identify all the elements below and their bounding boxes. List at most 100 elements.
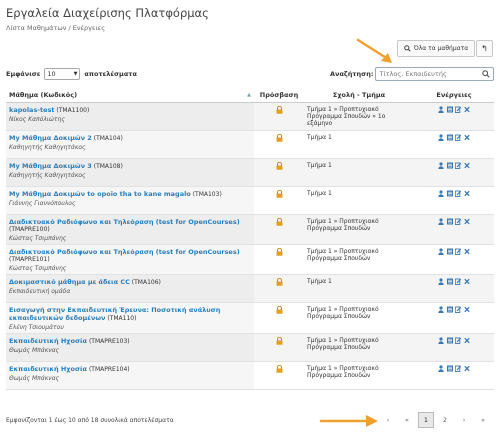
user-icon[interactable] [437,133,444,141]
length-suffix: αποτελέσματα [84,70,137,78]
school-text: Τμήμα 1 » Προπτυχιακό Πρόγραμμα Σπουδών [307,305,379,320]
delete-icon[interactable] [464,162,471,169]
access-cell [254,158,304,187]
list-icon[interactable] [446,278,453,285]
course-teacher: Καθηγητής Καθηγητάκος [9,143,86,151]
user-icon[interactable] [437,336,444,344]
page-length-select[interactable]: 10 ▼ [44,68,81,80]
course-code: (TMA106) [131,278,161,286]
chevron-left-icon: ‹ [386,416,390,424]
course-title-link[interactable]: Διαδικτυακό Ραδιόφωνο και Τηλεόραση (tes… [9,218,240,226]
delete-icon[interactable] [464,106,471,113]
edit-icon[interactable] [455,365,462,372]
table-row: Διαδικτυακό Ραδιόφωνο και Τηλεόραση (tes… [6,244,494,275]
lock-icon [276,336,282,345]
school-cell: Τμήμα 1 » Προπτυχιακό Πρόγραμμα Σπουδών … [304,102,414,131]
list-icon[interactable] [446,190,453,197]
list-icon[interactable] [446,337,453,344]
double-chevron-left-icon: « [405,416,409,424]
courses-table: Μάθημα (Κωδικός) ▲ Πρόσβαση Σχολή - Τμήμ… [6,88,494,390]
edit-icon[interactable] [455,278,462,285]
user-icon[interactable] [437,364,444,372]
list-icon[interactable] [446,306,453,313]
breadcrumb: Λίστα Μαθημάτων / Ενέργειες [6,24,106,32]
annotation-arrow-icon [319,415,378,427]
delete-icon[interactable] [464,278,471,285]
edit-icon[interactable] [455,106,462,113]
lock-icon [276,305,282,314]
pagination-page-1[interactable]: 1 [418,412,434,428]
pagination-page-2[interactable]: 2 [437,412,453,428]
actions-cell [414,130,494,159]
course-title-link[interactable]: My Μάθημα Δοκιμών to opoio tha to kane m… [9,190,191,198]
user-icon[interactable] [437,189,444,197]
user-icon[interactable] [437,247,444,255]
course-code: (TMAPRE104) [88,365,130,373]
course-teacher: Ελένη Τσιουμάτου [9,323,64,331]
user-icon[interactable] [437,161,444,169]
list-icon[interactable] [446,106,453,113]
column-header-actions-label: Ενέργειες [436,90,472,99]
course-title-link[interactable]: My Μάθημα Δοκιμών 2 [9,134,92,142]
delete-icon[interactable] [464,365,471,372]
delete-icon[interactable] [464,337,471,344]
column-header-school-label: Σχολή - Τμήμα [332,90,386,99]
actions-cell [414,274,494,303]
edit-icon[interactable] [455,248,462,255]
search-input[interactable] [376,68,477,80]
access-cell [254,186,304,215]
course-title-link[interactable]: Εκπαιδευτική Ηχοσία [9,365,87,373]
list-icon[interactable] [446,218,453,225]
edit-icon[interactable] [455,306,462,313]
actions-cell [414,333,494,362]
column-header-access[interactable]: Πρόσβαση [254,88,304,103]
all-courses-button[interactable]: Όλα τα μαθήματα [397,40,475,57]
course-title-link[interactable]: Δοκιμαστικό μάθημα με άδεια CC [9,278,130,286]
user-icon[interactable] [437,105,444,113]
course-title-link[interactable]: Εκπαιδευτική Ηχοσία [9,337,87,345]
course-cell: Δοκιμαστικό μάθημα με άδεια CC (TMA106) … [6,274,254,303]
school-cell: Τμήμα 1 [304,130,414,159]
access-cell [254,214,304,245]
delete-icon[interactable] [464,134,471,141]
course-teacher: Κώστας Τσιμπάνης [9,234,67,242]
delete-icon[interactable] [464,248,471,255]
list-icon[interactable] [446,248,453,255]
delete-icon[interactable] [464,306,471,313]
pagination-next-button[interactable]: › [456,412,472,428]
school-cell: Τμήμα 1 » Προπτυχιακό Πρόγραμμα Σπουδών [304,244,414,275]
search-box[interactable] [375,67,495,81]
pagination-prev-button[interactable]: ‹ [380,412,396,428]
edit-icon[interactable] [455,134,462,141]
edit-icon[interactable] [455,337,462,344]
course-cell: My Μάθημα Δοκιμών 3 (TMA108) Καθηγητής Κ… [6,158,254,187]
course-title-link[interactable]: kapolas-test [9,106,55,114]
edit-icon[interactable] [455,190,462,197]
delete-icon[interactable] [464,218,471,225]
edit-icon[interactable] [455,218,462,225]
pagination-first-button[interactable]: « [399,412,415,428]
course-title-link[interactable]: Διαδικτυακό Ραδιόφωνο και Τηλεόραση (tes… [9,248,240,256]
list-icon[interactable] [446,365,453,372]
pagination-last-button[interactable]: » [475,412,491,428]
school-cell: Τμήμα 1 » Προπτυχιακό Πρόγραμμα Σπουδών [304,333,414,362]
user-icon[interactable] [437,217,444,225]
user-icon[interactable] [437,305,444,313]
school-cell: Τμήμα 1 » Προπτυχιακό Πρόγραμμα Σπουδών [304,361,414,390]
list-icon[interactable] [446,162,453,169]
edit-icon[interactable] [455,162,462,169]
course-code: (TMA1100) [56,106,90,114]
course-teacher: Νίκος Καπόλιώτης [9,115,65,123]
lock-icon [276,217,282,226]
course-title-link[interactable]: My Μάθημα Δοκιμών 3 [9,162,92,170]
search-icon [404,45,411,52]
list-icon[interactable] [446,134,453,141]
back-button[interactable]: ↰ [476,40,493,57]
delete-icon[interactable] [464,190,471,197]
column-header-course[interactable]: Μάθημα (Κωδικός) ▲ [6,88,254,103]
lock-icon [276,364,282,373]
user-icon[interactable] [437,277,444,285]
column-header-school[interactable]: Σχολή - Τμήμα [304,88,414,103]
course-code: (TMA110) [107,314,137,322]
school-cell: Τμήμα 1 [304,186,414,215]
